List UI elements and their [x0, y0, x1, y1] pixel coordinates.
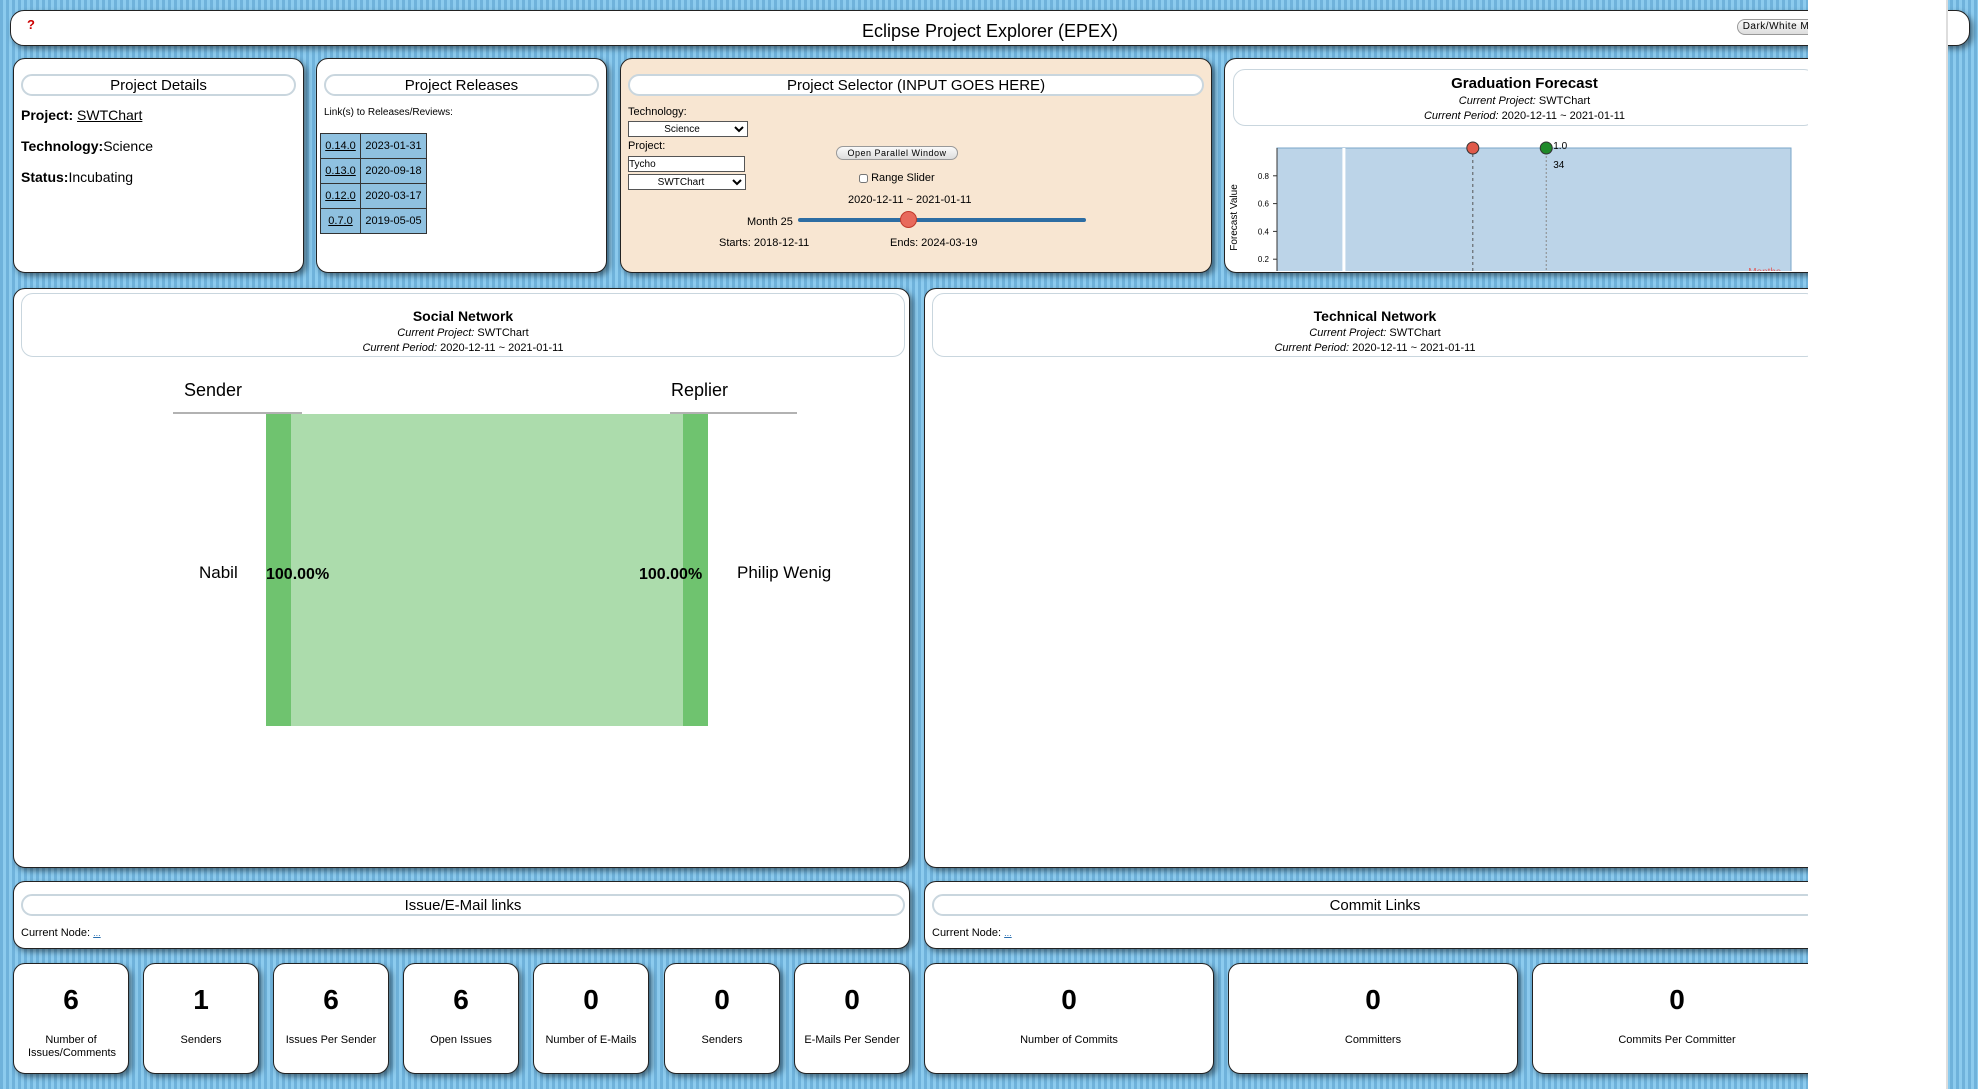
release-link[interactable]: 0.12.0 — [320, 183, 361, 209]
releases-subtitle: Link(s) to Releases/Reviews: — [324, 107, 453, 118]
current-node: Current Node: ... — [21, 927, 101, 939]
technology-label: Technology: — [628, 106, 687, 118]
sankey-link[interactable] — [291, 414, 695, 726]
status-field: Status:Incubating — [21, 169, 134, 185]
app-header: ? Eclipse Project Explorer (EPEX) Dark/W… — [10, 10, 1970, 46]
project-label: Project: — [628, 140, 666, 152]
technical-network-panel: Technical Network Current Project: SWTCh… — [924, 288, 1818, 868]
stat-card-issues: 6 Number of Issues/Comments — [13, 963, 129, 1074]
table-row: 0.14.0 2023-01-31 — [320, 133, 427, 159]
social-network-diagram: Sender Replier Nabil 100.00% 100.00% Phi… — [173, 380, 831, 726]
x-axis-label: Months — [1748, 267, 1781, 271]
technical-title: Technical Network — [1313, 308, 1437, 324]
panel-title: Project Releases — [324, 74, 599, 96]
y-tick-label: 0.8 — [1258, 172, 1270, 181]
y-tick-label: 0.6 — [1258, 200, 1270, 209]
sender-name: Nabil — [199, 563, 238, 582]
stat-card-senders: 1 Senders — [143, 963, 259, 1074]
open-parallel-window-button[interactable]: Open Parallel Window — [836, 146, 958, 160]
month-slider[interactable] — [798, 211, 1086, 228]
commit-links-panel: Commit Links Current Node: ... — [924, 881, 1818, 949]
month-label: Month 25 — [747, 216, 793, 228]
stat-card-emails: 0 Number of E-Mails — [533, 963, 649, 1074]
project-link[interactable]: SWTChart — [77, 107, 142, 123]
project-select[interactable]: SWTChart — [628, 174, 746, 190]
project-releases-panel: Project Releases Link(s) to Releases/Rev… — [316, 58, 607, 273]
replier-header: Replier — [671, 380, 728, 400]
graduation-forecast-panel: Graduation Forecast Current Project: SWT… — [1224, 58, 1817, 273]
parallel-window-overlay — [1808, 0, 1948, 1089]
period-readout: 2020-12-11 ~ 2021-01-11 — [848, 194, 972, 206]
forecast-value-label: 1.0 — [1553, 141, 1567, 152]
panel-title: Project Details — [21, 74, 296, 96]
forecast-month-label: 34 — [1553, 160, 1565, 171]
table-row: 0.7.0 2019-05-05 — [320, 208, 427, 234]
sender-percentage: 100.00% — [266, 566, 329, 583]
forecast-area — [1276, 147, 1792, 271]
y-tick-label: 0.2 — [1258, 255, 1270, 264]
release-date: 2020-09-18 — [360, 158, 427, 184]
release-date: 2019-05-05 — [360, 208, 427, 234]
range-slider-toggle[interactable]: Range Slider — [859, 172, 935, 184]
forecast-header: Graduation Forecast Current Project: SWT… — [1233, 69, 1816, 126]
parallel-window-overlay-edge — [1948, 0, 1978, 1089]
current-project: Current Project: SWTChart — [1309, 327, 1441, 339]
stat-card-committers: 0 Committers — [1228, 963, 1518, 1074]
technology-field: Technology:Science — [21, 138, 153, 154]
current-node: Current Node: ... — [932, 927, 1012, 939]
month-slider-thumb[interactable] — [899, 211, 917, 228]
release-link[interactable]: 0.14.0 — [320, 133, 361, 159]
issue-links-panel: Issue/E-Mail links Current Node: ... — [13, 881, 910, 949]
current-month-point[interactable] — [1466, 141, 1480, 155]
panel-title: Project Selector (INPUT GOES HERE) — [628, 74, 1204, 96]
current-node-link[interactable]: ... — [93, 928, 101, 938]
replier-name: Philip Wenig — [737, 563, 831, 582]
range-slider-label: Range Slider — [871, 172, 935, 184]
current-project: Current Project: SWTChart — [1458, 95, 1591, 107]
forecast-title: Graduation Forecast — [1451, 75, 1598, 92]
panel-title: Commit Links — [932, 894, 1818, 916]
ends-readout: Ends: 2024-03-19 — [890, 237, 978, 249]
table-row: 0.13.0 2020-09-18 — [320, 158, 427, 184]
stat-card-commits: 0 Number of Commits — [924, 963, 1214, 1074]
project-field: Project: SWTChart — [21, 107, 143, 123]
release-date: 2023-01-31 — [360, 133, 427, 159]
current-node-link[interactable]: ... — [1004, 928, 1012, 938]
starts-readout: Starts: 2018-12-11 — [719, 237, 810, 249]
current-period: Current Period: 2020-12-11 ~ 2021-01-11 — [1274, 342, 1476, 354]
releases-table: 0.14.0 2023-01-31 0.13.0 2020-09-18 0.12.0… — [320, 133, 427, 234]
stat-card-email-senders: 0 Senders — [664, 963, 780, 1074]
table-row: 0.12.0 2020-03-17 — [320, 183, 427, 209]
current-project: Current Project: SWTChart — [397, 327, 529, 339]
project-details-panel: Project Details Project: SWTChart Techno… — [13, 58, 304, 273]
project-search-input[interactable] — [628, 156, 745, 172]
stat-card-issues-per-sender: 6 Issues Per Sender — [273, 963, 389, 1074]
social-network-panel: Social Network Current Project: SWTChart… — [13, 288, 910, 868]
y-tick-label: 0.4 — [1258, 227, 1270, 236]
forecast-chart: 510152025303540455055600.00.20.40.60.8Fo… — [1229, 141, 1792, 271]
stat-card-open-issues: 6 Open Issues — [403, 963, 519, 1074]
social-header: Social Network Current Project: SWTChart… — [21, 293, 905, 357]
sender-header: Sender — [184, 380, 242, 400]
stat-card-commits-per-committer: 0 Commits Per Committer — [1532, 963, 1822, 1074]
range-slider-checkbox[interactable] — [859, 173, 868, 183]
current-period: Current Period: 2020-12-11 ~ 2021-01-11 — [362, 342, 564, 354]
stat-card-emails-per-sender: 0 E-Mails Per Sender — [794, 963, 910, 1074]
y-axis-label: Forecast Value — [1229, 184, 1240, 251]
technology-select[interactable]: Science — [628, 121, 748, 137]
release-link[interactable]: 0.13.0 — [320, 158, 361, 184]
app-title: Eclipse Project Explorer (EPEX) — [861, 21, 1119, 41]
current-period: Current Period: 2020-12-11 ~ 2021-01-11 — [1423, 110, 1626, 122]
forecast-point[interactable] — [1539, 141, 1553, 155]
panel-title: Issue/E-Mail links — [21, 894, 905, 916]
social-title: Social Network — [412, 308, 514, 324]
replier-percentage: 100.00% — [639, 566, 702, 583]
release-date: 2020-03-17 — [360, 183, 427, 209]
technical-header: Technical Network Current Project: SWTCh… — [932, 293, 1818, 357]
project-selector-panel: Project Selector (INPUT GOES HERE) Techn… — [620, 58, 1212, 273]
release-link[interactable]: 0.7.0 — [320, 208, 361, 234]
